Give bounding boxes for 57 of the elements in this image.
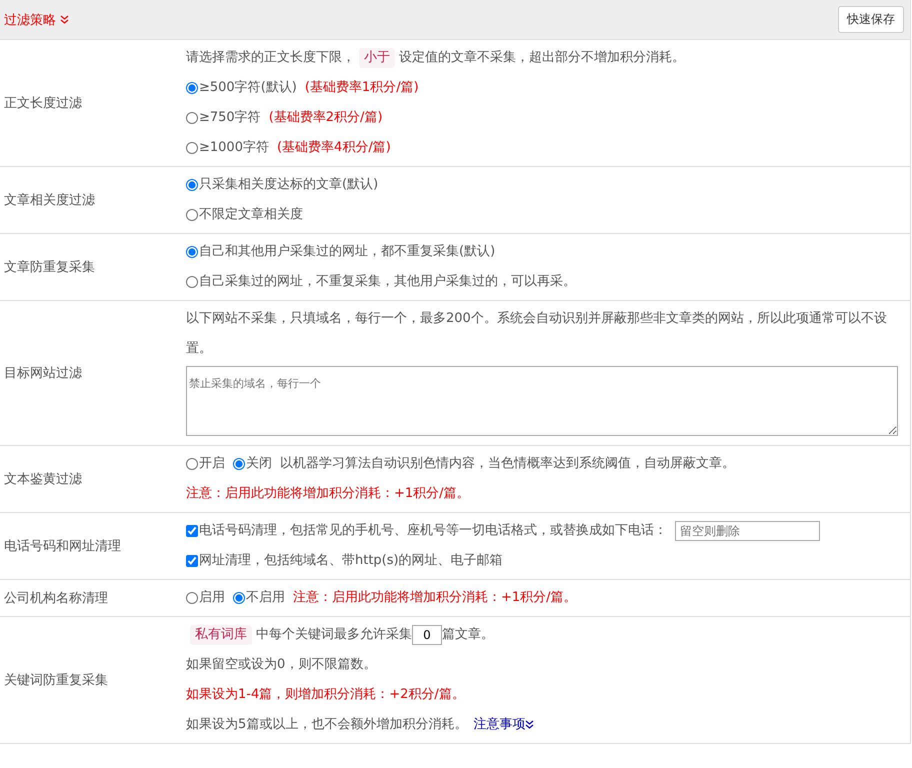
description-text: 中每个关键词最多允许采集	[256, 626, 412, 644]
description-text: 如果留空或设为0，则不限篇数。	[186, 656, 376, 674]
option-label[interactable]: 关闭	[246, 449, 272, 479]
highlight-tag: 小于	[359, 48, 395, 68]
radio-button[interactable]	[186, 209, 198, 221]
cost-note: (基础费率2积分/篇)	[268, 109, 383, 127]
radio-button[interactable]	[233, 592, 245, 604]
input-field[interactable]: 留空则删除	[675, 521, 820, 541]
description-text: 请选择需求的正文长度下限，	[186, 49, 355, 67]
radio-button[interactable]	[186, 82, 198, 94]
option-label[interactable]: 不限定文章相关度	[199, 200, 303, 230]
radio-button[interactable]	[233, 458, 245, 470]
notes-link[interactable]: 注意事项	[473, 710, 534, 740]
cost-note: (基础费率4积分/篇)	[276, 139, 391, 157]
option-label[interactable]: 启用	[199, 583, 225, 613]
description-text: 设定值的文章不采集，超出部分不增加积分消耗。	[399, 49, 685, 67]
option-label[interactable]: 自己采集过的网址，不重复采集，其他用户采集过的，可以再采。	[199, 267, 576, 297]
domain-textarea[interactable]: 禁止采集的域名，每行一个	[186, 366, 898, 436]
option-label[interactable]: 开启	[199, 449, 225, 479]
option-label[interactable]: 电话号码清理，包括常见的手机号、座机号等一切电话格式，或替换成如下电话：	[199, 516, 667, 546]
highlight-tag: 私有词库	[190, 625, 252, 645]
radio-button[interactable]	[186, 592, 198, 604]
setting-label: 公司机构名称清理	[3, 590, 109, 607]
option-label[interactable]: ≥1000字符	[199, 133, 269, 163]
description-text: 以下网站不采集，只填域名，每行一个，最多200个。系统会自动识别并屏蔽那些非文章类的网站，所以此项通常可以不设置。	[186, 311, 887, 356]
option-label[interactable]: 只采集相关度达标的文章(默认)	[199, 170, 378, 200]
setting-label: 文本鉴黄过滤	[3, 471, 83, 488]
option-label[interactable]: 自己和其他用户采集过的网址，都不重复采集(默认)	[199, 237, 496, 267]
radio-button[interactable]	[186, 142, 198, 154]
cost-note: 如果设为1-4篇，则增加积分消耗：+2积分/篇。	[186, 686, 465, 704]
radio-button[interactable]	[186, 112, 198, 124]
option-label[interactable]: 网址清理，包括纯域名、带http(s)的网址、电子邮箱	[199, 546, 503, 576]
checkbox[interactable]	[186, 525, 198, 537]
description-text: 篇文章。	[442, 626, 494, 644]
input-field[interactable]: 0	[412, 625, 442, 645]
quick-save-button[interactable]: 快速保存	[838, 6, 904, 33]
setting-label: 目标网站过滤	[3, 365, 83, 382]
setting-label: 电话号码和网址清理	[3, 538, 122, 555]
cost-note: 注意：启用此功能将增加积分消耗：+1积分/篇。	[186, 485, 470, 503]
radio-button[interactable]	[186, 246, 198, 258]
double-chevron-icon	[60, 15, 70, 24]
option-label[interactable]: ≥500字符(默认)	[199, 73, 297, 103]
radio-button[interactable]	[186, 276, 198, 288]
description-text: 如果设为5篇或以上，也不会额外增加积分消耗。	[186, 716, 468, 734]
setting-label: 关键词防重复采集	[3, 672, 109, 689]
description-text: 以机器学习算法自动识别色情内容，当色情概率达到系统阈值，自动屏蔽文章。	[280, 455, 735, 473]
cost-note: (基础费率1积分/篇)	[304, 79, 419, 97]
setting-label: 文章防重复采集	[3, 259, 96, 276]
radio-button[interactable]	[186, 179, 198, 191]
option-label[interactable]: ≥750字符	[199, 103, 261, 133]
checkbox[interactable]	[186, 555, 198, 567]
option-label[interactable]: 不启用	[246, 583, 285, 613]
setting-label: 文章相关度过滤	[3, 192, 96, 209]
cost-note: 注意：启用此功能将增加积分消耗：+1积分/篇。	[293, 589, 577, 607]
double-chevron-icon	[525, 720, 534, 729]
radio-button[interactable]	[186, 458, 198, 470]
setting-label: 正文长度过滤	[3, 95, 83, 112]
